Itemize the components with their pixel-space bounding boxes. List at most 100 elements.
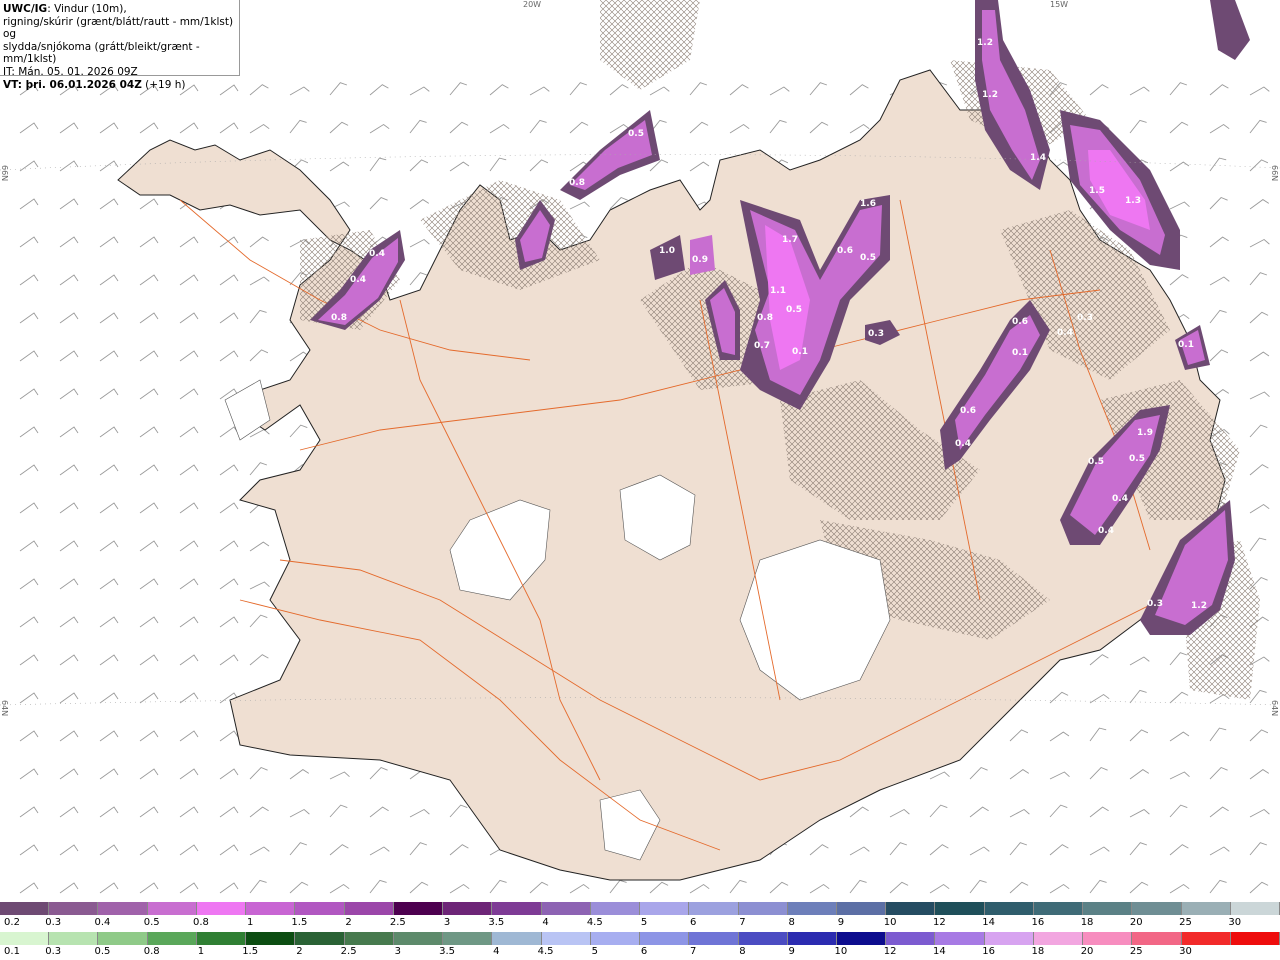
- legend-swatch: [196, 902, 247, 915]
- legend-swatch: [984, 902, 1034, 915]
- legend-swatch: [1083, 902, 1133, 915]
- precip-value-label: 0.4: [369, 249, 385, 259]
- legend-label: 2: [345, 917, 352, 928]
- legend-label: 3: [394, 946, 402, 957]
- legend-swatch: [886, 932, 936, 945]
- legend-label: 4.5: [586, 917, 603, 928]
- rain-color-row: [0, 932, 1280, 945]
- precip-value-label: 0.3: [1077, 313, 1093, 323]
- legend-label: 0.8: [143, 946, 160, 957]
- precip-value-label: 0.4: [350, 275, 366, 285]
- legend-swatch: [541, 932, 591, 945]
- legend-label: 1: [246, 917, 254, 928]
- legend-swatch: [0, 932, 50, 945]
- legend-label: 8: [739, 946, 746, 957]
- legend-label: 2.5: [389, 917, 406, 928]
- precip-value-label: 1.6: [860, 199, 876, 209]
- precip-value-label: 0.4: [1112, 494, 1128, 504]
- legend-swatch: [147, 932, 197, 945]
- legend-label: 10: [834, 946, 848, 957]
- legend-label: 5: [591, 946, 598, 957]
- legend-label: 0.5: [94, 946, 111, 957]
- precip-value-label: 0.8: [331, 313, 347, 323]
- legend-label: 2: [296, 946, 303, 957]
- legend-label: 5: [640, 917, 648, 928]
- precip-value-label: 0.3: [1147, 599, 1163, 609]
- precipitation-wind-map: 1.21.21.41.51.30.50.81.61.70.60.51.10.50…: [0, 0, 1280, 902]
- legend-label: 0.5: [143, 917, 160, 928]
- precip-value-label: 0.5: [1129, 454, 1145, 464]
- legend-label: 16: [1031, 917, 1045, 928]
- precip-value-label: 1.2: [982, 90, 998, 100]
- legend-label: 16: [982, 946, 995, 957]
- legend-swatch: [393, 932, 444, 945]
- legend-label: 18: [1080, 917, 1094, 928]
- legend-label: 14: [933, 946, 946, 957]
- legend-label: 25: [1179, 917, 1192, 928]
- legend-swatch: [1132, 902, 1182, 915]
- legend-swatch: [590, 932, 641, 945]
- legend-swatch: [393, 902, 444, 915]
- legend-swatch: [689, 902, 739, 915]
- precip-value-label: 0.3: [1207, 374, 1223, 384]
- legend-label: 3.5: [488, 917, 505, 928]
- legend-label: 1.5: [291, 917, 308, 928]
- legend-label: 1: [197, 946, 205, 957]
- title-line-1: UWC/IG: Vindur (10m),: [3, 3, 236, 16]
- legend-label: 2.5: [340, 946, 357, 957]
- precip-value-label: 1.5: [1089, 186, 1105, 196]
- valid-time-offset: (+19 h): [141, 78, 186, 91]
- precip-value-label: 1.3: [1125, 196, 1141, 206]
- legend-swatch: [0, 902, 50, 915]
- color-scale-legend: 0.2 0.3 0.4 0.5 0.8 1 1.5 2 2.5 3 3.5 4 4.5 5 6 7 8 9 10 12…: [0, 902, 1280, 960]
- legend-swatch: [344, 932, 394, 945]
- legend-swatch: [738, 932, 788, 945]
- legend-swatch: [1132, 932, 1182, 945]
- legend-swatch: [836, 932, 887, 945]
- precip-value-label: 0.9: [692, 255, 708, 265]
- legend-swatch: [443, 902, 493, 915]
- legend-swatch: [640, 932, 690, 945]
- lat-label-64n-left: 64N: [0, 700, 9, 717]
- precip-value-label: 1.7: [782, 235, 798, 245]
- legend-label: 3.5: [439, 946, 456, 957]
- legend-swatch: [295, 902, 345, 915]
- precip-value-label: 0.8: [757, 313, 773, 323]
- legend-swatch: [590, 902, 641, 915]
- precip-value-label: 0.1: [1012, 348, 1028, 358]
- legend-swatch: [1230, 932, 1280, 945]
- legend-label: 0.8: [192, 917, 209, 928]
- legend-swatch: [98, 902, 148, 915]
- legend-label: 4.5: [537, 946, 554, 957]
- legend-label: 30: [1228, 917, 1242, 928]
- precip-value-label: 0.6: [1012, 317, 1028, 327]
- precip-value-label: 1.2: [977, 38, 993, 48]
- precip-value-label: 1.0: [659, 246, 675, 256]
- lat-label-66n-right: 66N: [1270, 165, 1279, 182]
- legend-label: 3: [443, 917, 451, 928]
- initial-time: IT: Mán. 05. 01. 2026 09Z: [3, 65, 138, 78]
- precip-value-label: 1.9: [1137, 428, 1153, 438]
- precip-value-label: 0.1: [1178, 340, 1194, 350]
- legend-swatch: [344, 902, 394, 915]
- legend-swatch: [1083, 932, 1133, 945]
- legend-swatch: [492, 902, 542, 915]
- precip-value-label: 0.6: [960, 406, 976, 416]
- legend-label: 0.4: [94, 917, 111, 928]
- legend-label: 25: [1129, 946, 1143, 957]
- legend-swatch: [984, 932, 1034, 945]
- precip-value-label: 0.4: [1057, 328, 1073, 338]
- map-title-box: UWC/IG: Vindur (10m), rigning/skúrir (gr…: [0, 0, 240, 91]
- lat-label-66n-left: 66N: [0, 165, 9, 182]
- legend-swatch: [246, 902, 296, 915]
- valid-time-line: VT: þri. 06.01.2026 04Z (+19 h): [3, 79, 236, 92]
- precip-value-label: 0.6: [837, 246, 853, 256]
- legend-swatch: [738, 902, 788, 915]
- precip-value-label: 1.2: [1191, 601, 1207, 611]
- legend-label: 12: [933, 917, 946, 928]
- legend-label: 9: [837, 917, 845, 928]
- legend-swatch: [98, 932, 148, 945]
- precip-value-label: 0.5: [786, 305, 802, 315]
- legend-label: 0.3: [45, 946, 62, 957]
- precip-value-label: 0.4: [955, 439, 971, 449]
